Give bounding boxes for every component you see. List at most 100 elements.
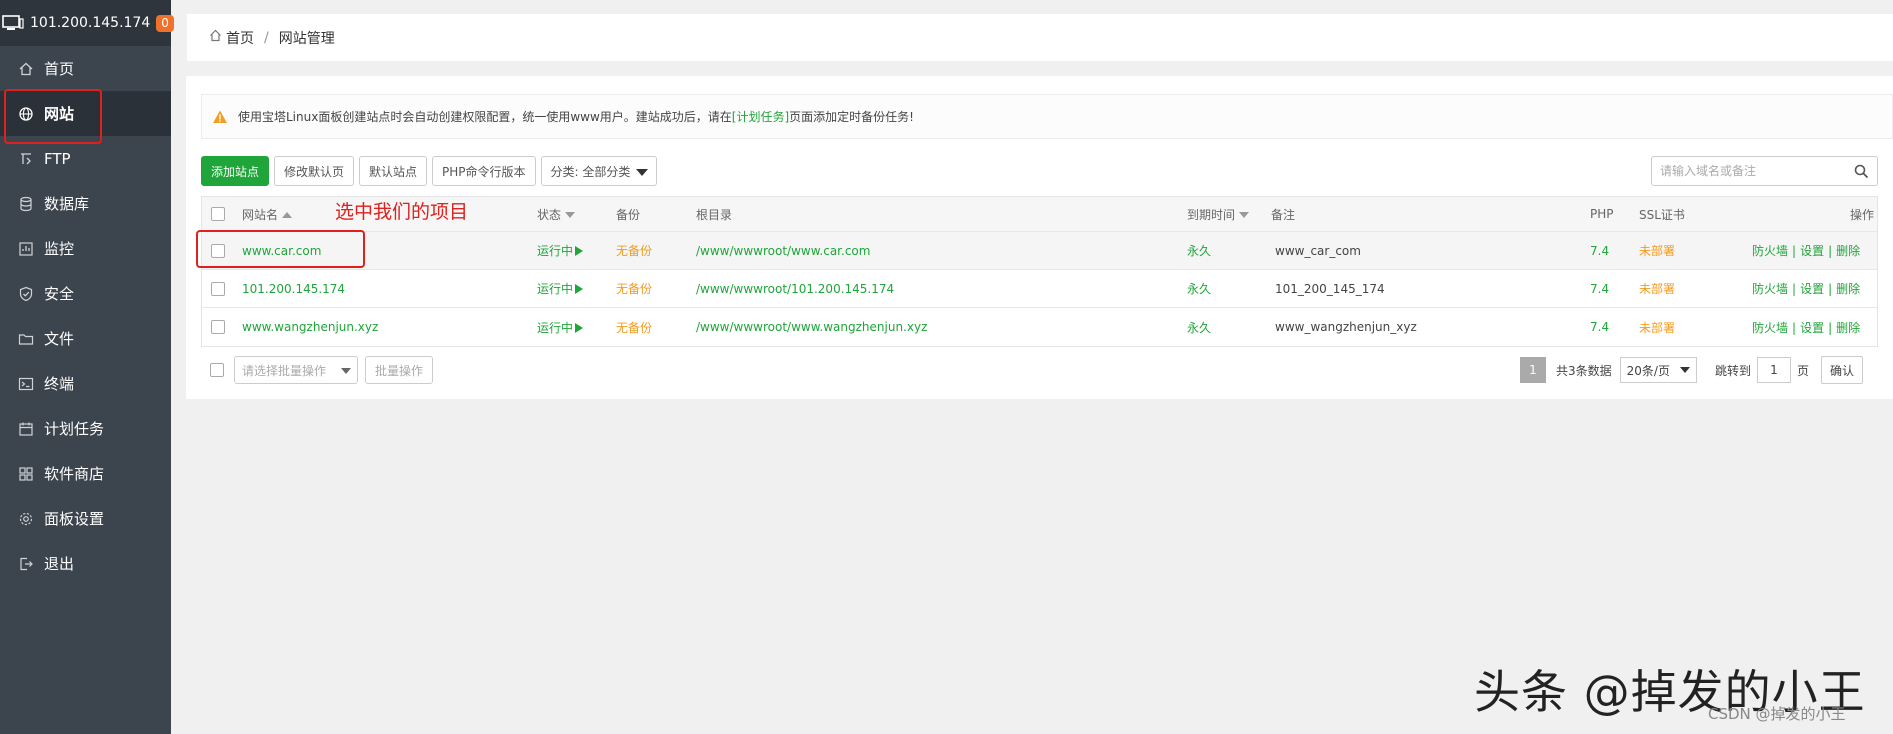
php-version-link[interactable]: 7.4 (1590, 320, 1609, 334)
sidebar-item-label: 监控 (44, 240, 75, 258)
site-name-link[interactable]: www.car.com (242, 244, 321, 258)
settings-link[interactable]: 设置 (1800, 282, 1824, 296)
sidebar-item-0[interactable]: 首页 (0, 46, 171, 91)
header-expire[interactable]: 到期时间 (1187, 206, 1250, 223)
select-all-checkbox[interactable] (211, 207, 225, 221)
server-ip: 101.200.145.174 (30, 15, 151, 31)
sidebar-item-4[interactable]: 监控 (0, 226, 171, 271)
footer-select-all-checkbox[interactable] (210, 363, 224, 377)
home-icon (18, 61, 34, 77)
search-input[interactable] (1660, 164, 1850, 178)
breadcrumb-current: 网站管理 (278, 30, 335, 47)
edit-default-page-button[interactable]: 修改默认页 (274, 156, 355, 186)
expire-link[interactable]: 永久 (1187, 319, 1211, 336)
sidebar-item-1[interactable]: 网站 (0, 91, 171, 136)
header-status[interactable]: 状态 (537, 206, 576, 223)
status-toggle[interactable]: 运行中 (537, 280, 584, 297)
jump-page-input[interactable]: 1 (1756, 357, 1791, 383)
batch-operation-button[interactable]: 批量操作 (365, 356, 434, 384)
play-icon (575, 322, 584, 333)
ssl-status-link[interactable]: 未部署 (1639, 280, 1675, 297)
expire-link[interactable]: 永久 (1187, 280, 1211, 297)
server-header[interactable]: 101.200.145.174 0 (0, 0, 174, 46)
delete-link[interactable]: 删除 (1836, 282, 1860, 296)
sidebar-item-label: 数据库 (44, 195, 90, 213)
header-backup: 备份 (616, 207, 641, 222)
row-checkbox[interactable] (211, 320, 225, 334)
monitor-icon (18, 241, 34, 257)
apps-icon (18, 466, 34, 482)
header-name[interactable]: 网站名 (242, 206, 293, 223)
remark-text[interactable]: 101_200_145_174 (1275, 282, 1385, 296)
php-version-link[interactable]: 7.4 (1590, 244, 1609, 258)
terminal-icon (18, 376, 34, 392)
default-site-button[interactable]: 默认站点 (359, 156, 428, 186)
notification-badge[interactable]: 0 (156, 14, 174, 32)
row-checkbox[interactable] (211, 281, 225, 296)
add-site-button[interactable]: 添加站点 (201, 156, 270, 186)
firewall-link[interactable]: 防火墙 (1752, 321, 1788, 335)
sidebar-item-2[interactable]: FTP (0, 136, 171, 181)
delete-link[interactable]: 删除 (1836, 244, 1860, 258)
ssl-status-link[interactable]: 未部署 (1639, 319, 1675, 336)
sidebar-item-5[interactable]: 安全 (0, 271, 171, 316)
page-number-current[interactable]: 1 (1520, 357, 1546, 383)
header-remark: 备注 (1271, 207, 1296, 222)
remark-text[interactable]: www_wangzhenjun_xyz (1275, 320, 1417, 334)
php-cli-version-button[interactable]: PHP命令行版本 (432, 156, 536, 186)
sidebar-item-9[interactable]: 软件商店 (0, 451, 171, 496)
site-name-link[interactable]: 101.200.145.174 (242, 282, 345, 296)
sidebar-menu: 首页网站 FTP 数据库监控安全文件 终端计划任务软件商店面板设置退出 (0, 46, 171, 586)
notice-text-before: 使用宝塔Linux面板创建站点时会自动创建权限配置，统一使用www用户。建站成功… (238, 110, 732, 124)
site-name-link[interactable]: www.wangzhenjun.xyz (242, 320, 378, 334)
breadcrumb-home[interactable]: 首页 (226, 28, 254, 48)
jump-confirm-button[interactable]: 确认 (1821, 356, 1864, 384)
category-select-value: 分类: 全部分类 (550, 164, 631, 179)
backup-link[interactable]: 无备份 (616, 242, 652, 259)
sidebar-item-label: 安全 (44, 285, 75, 303)
per-page-select[interactable]: 20条/页 (1619, 357, 1697, 383)
table-row[interactable]: www.car.com 运行中 无备份/www/wwwroot/www.car.co… (202, 232, 1877, 270)
sidebar-item-label: 计划任务 (44, 420, 105, 438)
category-select[interactable]: 分类: 全部分类 (540, 156, 658, 186)
root-dir-link[interactable]: /www/wwwroot/101.200.145.174 (696, 282, 894, 296)
home-icon[interactable] (209, 29, 222, 46)
table-row[interactable]: 101.200.145.174 运行中 无备份/www/wwwroot/101.20… (202, 270, 1877, 308)
status-toggle[interactable]: 运行中 (537, 319, 584, 336)
notice-cron-link[interactable]: [计划任务] (732, 108, 789, 125)
firewall-link[interactable]: 防火墙 (1752, 244, 1788, 258)
row-checkbox[interactable] (211, 243, 225, 258)
batch-controls: 请选择批量操作 批量操作 (210, 356, 434, 384)
sidebar-item-3[interactable]: 数据库 (0, 181, 171, 226)
backup-link[interactable]: 无备份 (616, 319, 652, 336)
gear-icon (18, 511, 34, 527)
status-toggle[interactable]: 运行中 (537, 242, 584, 259)
settings-link[interactable]: 设置 (1800, 244, 1824, 258)
sidebar-item-10[interactable]: 面板设置 (0, 496, 171, 541)
sidebar-item-label: 面板设置 (44, 510, 105, 528)
sidebar-item-11[interactable]: 退出 (0, 541, 171, 586)
sidebar-item-7[interactable]: 终端 (0, 361, 171, 406)
table-row[interactable]: www.wangzhenjun.xyz 运行中 无备份/www/wwwroot/ww… (202, 308, 1877, 346)
status-text: 运行中 (537, 320, 574, 335)
ssl-status-link[interactable]: 未部署 (1639, 242, 1675, 259)
row-ops: 防火墙 | 设置 | 删除 (1752, 320, 1861, 335)
sidebar-item-8[interactable]: 计划任务 (0, 406, 171, 451)
root-dir-link[interactable]: /www/wwwroot/www.car.com (696, 244, 870, 258)
sidebar-item-label: 网站 (44, 105, 75, 123)
delete-link[interactable]: 删除 (1836, 321, 1860, 335)
header-expire-label: 到期时间 (1187, 207, 1236, 222)
sidebar-item-label: 退出 (44, 555, 75, 573)
expire-link[interactable]: 永久 (1187, 242, 1211, 259)
root-dir-link[interactable]: /www/wwwroot/www.wangzhenjun.xyz (696, 320, 927, 334)
remark-text[interactable]: www_car_com (1275, 244, 1361, 258)
batch-operation-select[interactable]: 请选择批量操作 (234, 356, 358, 384)
backup-link[interactable]: 无备份 (616, 280, 652, 297)
search-icon[interactable] (1854, 164, 1869, 182)
firewall-link[interactable]: 防火墙 (1752, 282, 1788, 296)
sidebar-item-6[interactable]: 文件 (0, 316, 171, 361)
notice-text-after: 页面添加定时备份任务! (789, 110, 914, 124)
php-version-link[interactable]: 7.4 (1590, 282, 1609, 296)
sort-asc-icon (282, 212, 293, 218)
settings-link[interactable]: 设置 (1800, 321, 1824, 335)
